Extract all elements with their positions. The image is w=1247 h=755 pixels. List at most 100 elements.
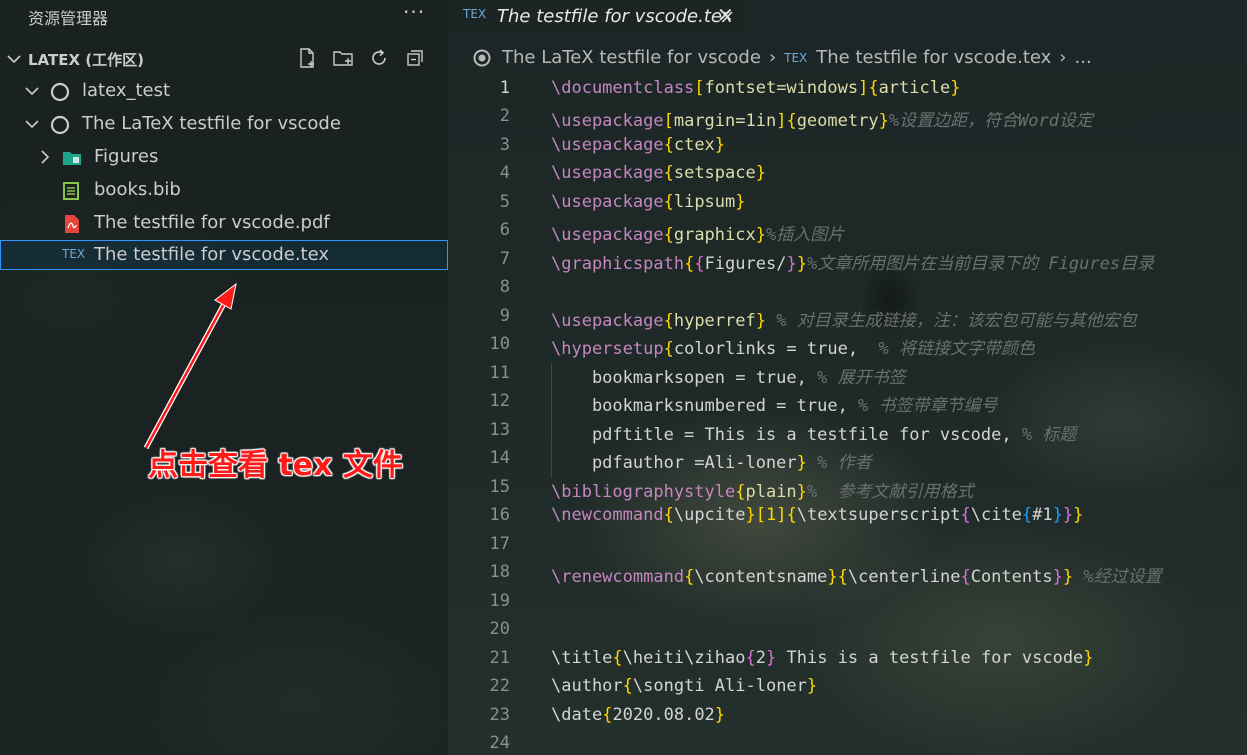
code-token: \heiti\zihao — [622, 648, 746, 668]
code-line: \bibliographystyle{plain}% 参考文献引用格式 — [551, 482, 974, 502]
annotation-arrow — [143, 282, 237, 450]
code-line: pdftitle = This is a testfile for vscode… — [551, 420, 1076, 445]
code-token: ctex — [673, 135, 715, 155]
line-number: 3 — [499, 135, 510, 155]
code-token: \title — [551, 648, 613, 668]
line-number: 7 — [499, 249, 510, 269]
code-line: pdfauthor =Ali-loner} % 作者 — [551, 453, 872, 473]
code-comment: % 标题 — [1021, 425, 1077, 445]
code-token: pdfauthor =Ali-loner — [551, 453, 797, 473]
line-number: 13 — [489, 420, 510, 440]
code-token: margin=1in — [673, 111, 777, 131]
code-comment: %经过设置 — [1073, 567, 1162, 587]
line-number: 16 — [489, 505, 510, 525]
code-token: bookmarksnumbered = true, — [551, 396, 859, 416]
line-number: 5 — [499, 192, 510, 212]
code-token: \usepackage — [551, 192, 664, 212]
code-token: plain — [745, 482, 797, 502]
line-number: 10 — [489, 334, 510, 354]
code-token: \centerline — [847, 567, 961, 587]
breadcrumb-more[interactable]: ... — [1075, 47, 1092, 68]
code-token: [1] — [755, 505, 787, 525]
line-number: 14 — [489, 448, 510, 468]
code-comment: % 展开书签 — [817, 368, 906, 388]
line-number: 18 — [489, 562, 510, 582]
line-number: 2 — [499, 106, 510, 126]
code-token: \graphicspath — [551, 254, 685, 274]
line-number: 17 — [489, 534, 510, 554]
line-number: 24 — [489, 733, 510, 753]
code-token: hyperref — [673, 311, 756, 331]
code-line: bookmarksopen = true, % 展开书签 — [551, 363, 906, 388]
close-icon[interactable]: ✕ — [717, 3, 734, 27]
code-token: \textsuperscript — [796, 505, 961, 525]
line-number: 15 — [489, 477, 510, 497]
line-number: 19 — [489, 591, 510, 611]
tab-label: The testfile for vscode.tex — [497, 6, 733, 27]
folder-circle-icon — [473, 49, 491, 66]
code-line: \usepackage{hyperref} % 对目录生成链接，注：该宏包可能与… — [551, 311, 1137, 331]
code-line: \usepackage{lipsum} — [551, 192, 746, 212]
code-line: \usepackage{setspace} — [551, 163, 766, 183]
tex-file-icon: TEX — [784, 50, 808, 65]
code-line: \documentclass[fontset=windows]{article} — [551, 78, 961, 98]
code-line: \usepackage[margin=1in]{geometry}%设置边距，符… — [551, 111, 1094, 131]
breadcrumb-separator-icon: › — [768, 47, 777, 68]
breadcrumb: The LaTeX testfile for vscode › TEX The … — [472, 47, 1092, 68]
code-token: \hypersetup — [551, 339, 664, 359]
line-number: 23 — [489, 705, 510, 725]
code-token: setspace — [673, 163, 756, 183]
code-line: \title{\heiti\zihao{2} This is a testfil… — [551, 648, 1094, 668]
code-token: \usepackage — [551, 311, 664, 331]
code-token: fontset=windows — [704, 78, 859, 98]
code-token: colorlinks = true, — [673, 339, 879, 359]
code-token: 2020.08.02 — [612, 705, 715, 725]
code-token: 2 — [755, 648, 766, 668]
code-token: bookmarksopen = true, — [551, 368, 818, 388]
line-number: 22 — [489, 676, 510, 696]
line-number: 21 — [489, 648, 510, 668]
line-number: 4 — [499, 163, 510, 183]
code-comment: %设置边距，符合Word设定 — [888, 111, 1094, 131]
code-token: graphicx — [673, 225, 756, 245]
tab-testfile-tex[interactable]: TEX The testfile for vscode.tex ✕ — [448, 0, 748, 34]
code-token: \author — [551, 676, 623, 696]
code-token: \usepackage — [551, 225, 664, 245]
code-line: \renewcommand{\contentsname}{\centerline… — [551, 567, 1162, 587]
code-comment: % 作者 — [806, 453, 872, 473]
breadcrumb-separator-icon: › — [1059, 47, 1067, 68]
code-token: Contents — [970, 567, 1053, 587]
breadcrumb-folder[interactable]: The LaTeX testfile for vscode — [502, 47, 761, 68]
code-comment: %插入图片 — [765, 225, 845, 245]
tex-file-icon: TEX — [463, 7, 487, 21]
line-number: 20 — [489, 619, 510, 639]
code-line: \usepackage{graphicx}%插入图片 — [551, 225, 845, 245]
code-line: \date{2020.08.02} — [551, 705, 726, 725]
code-comment: % 将链接文字带颜色 — [878, 339, 1036, 359]
code-line: \graphicspath{{Figures/}}%文章所用图片在当前目录下的 … — [551, 254, 1155, 274]
code-line: bookmarksnumbered = true, % 书签带章节编号 — [551, 391, 998, 416]
code-comment: %文章所用图片在当前目录下的 Figures目录 — [806, 254, 1155, 274]
code-token: lipsum — [673, 192, 736, 212]
code-line: \usepackage{ctex} — [551, 135, 726, 155]
code-token: #1 — [1032, 505, 1053, 525]
code-token: \renewcommand — [551, 567, 685, 587]
code-token: \contentsname — [694, 567, 828, 587]
tab-bar: TEX The testfile for vscode.tex ✕ — [448, 0, 1247, 34]
line-number: 11 — [489, 363, 510, 383]
code-token: \usepackage — [551, 111, 664, 131]
code-line: \hypersetup{colorlinks = true, % 将链接文字带颜… — [551, 339, 1036, 359]
annotation-text: 点击查看 tex 文件 — [148, 448, 403, 483]
line-number: 9 — [499, 306, 510, 326]
code-token: \usepackage — [551, 135, 664, 155]
code-comment: % 书签带章节编号 — [858, 396, 998, 416]
breadcrumb-file[interactable]: The testfile for vscode.tex — [816, 47, 1051, 68]
code-line: \newcommand{\upcite}[1]{\textsuperscript… — [551, 505, 1084, 525]
code-token: pdftitle = This is a testfile for vscode… — [551, 425, 1022, 445]
line-number: 6 — [499, 220, 510, 240]
code-token: Figures/ — [704, 254, 787, 274]
code-token: \upcite — [673, 505, 746, 525]
code-token: \songti Ali-loner — [632, 676, 807, 696]
code-comment: % 对目录生成链接，注：该宏包可能与其他宏包 — [765, 311, 1137, 331]
code-line: \author{\songti Ali-loner} — [551, 676, 818, 696]
